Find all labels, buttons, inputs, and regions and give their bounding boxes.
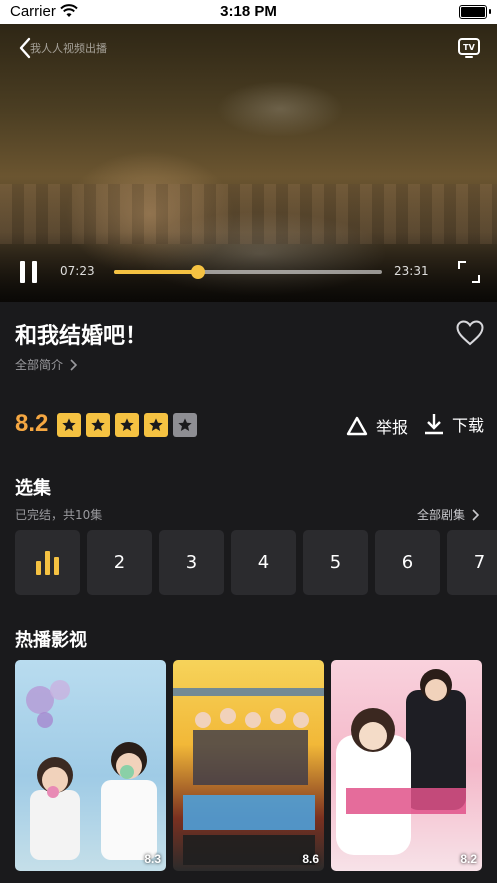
episode-button[interactable]: 2 — [87, 530, 152, 595]
score-value: 8.2 — [15, 410, 49, 437]
hot-poster-list: 8.3 8.6 8.2 — [15, 660, 497, 871]
star-filled-icon — [86, 413, 110, 437]
status-bar: Carrier 3:18 PM — [0, 0, 497, 24]
report-triangle-icon — [346, 416, 368, 436]
poster-card[interactable]: 8.2 — [331, 660, 482, 871]
star-filled-icon — [144, 413, 168, 437]
report-label: 举报 — [376, 418, 409, 437]
episode-button[interactable]: 6 — [375, 530, 440, 595]
intro-link[interactable]: 全部简介 — [15, 356, 78, 373]
episodes-section-title: 选集 — [15, 478, 51, 499]
episode-number: 6 — [401, 552, 414, 573]
poster-card[interactable]: 8.3 — [15, 660, 166, 871]
tv-cast-icon[interactable]: TV — [457, 36, 481, 60]
fullscreen-icon[interactable] — [457, 260, 481, 284]
chevron-right-icon — [70, 358, 78, 371]
episode-status: 已完结，共10集 — [15, 508, 103, 522]
video-watermark-title: 我人人视频出播 — [30, 42, 107, 55]
poster-rating: 8.3 — [144, 852, 161, 866]
episode-number: 7 — [473, 552, 486, 573]
episode-number: 2 — [113, 552, 126, 573]
episode-playing-button[interactable] — [15, 530, 80, 595]
poster-image — [173, 688, 324, 865]
svg-text:TV: TV — [463, 43, 475, 52]
favorite-heart-icon[interactable] — [456, 320, 484, 346]
poster-card[interactable]: 8.6 — [173, 660, 324, 871]
episode-number: 5 — [329, 552, 342, 573]
show-title: 和我结婚吧！ — [15, 324, 148, 349]
now-playing-icon — [36, 550, 59, 575]
total-time: 23:31 — [394, 264, 429, 278]
current-time: 07:23 — [60, 264, 95, 278]
star-rating — [57, 413, 197, 437]
all-episodes-label: 全部剧集 — [417, 508, 466, 522]
download-label: 下载 — [452, 416, 485, 435]
episode-list: 2 3 4 5 6 7 — [15, 530, 497, 595]
intro-link-label: 全部简介 — [15, 358, 64, 372]
pause-button[interactable] — [18, 261, 40, 283]
poster-image — [336, 669, 466, 855]
star-empty-icon — [173, 413, 197, 437]
download-button[interactable]: 下载 — [424, 412, 484, 436]
episode-number: 4 — [257, 552, 270, 573]
poster-image — [26, 680, 157, 860]
episode-button[interactable]: 5 — [303, 530, 368, 595]
progress-played — [114, 270, 199, 274]
poster-rating: 8.6 — [302, 852, 319, 866]
episode-number: 3 — [185, 552, 198, 573]
episode-button[interactable]: 4 — [231, 530, 296, 595]
battery-icon — [459, 5, 491, 19]
all-episodes-link[interactable]: 全部剧集 — [417, 506, 480, 523]
clock: 3:18 PM — [220, 3, 277, 20]
hot-section-title: 热播影视 — [15, 630, 87, 651]
episode-button[interactable]: 3 — [159, 530, 224, 595]
progress-slider[interactable] — [114, 265, 382, 279]
report-button[interactable]: 举报 — [346, 414, 408, 438]
star-filled-icon — [115, 413, 139, 437]
poster-rating: 8.2 — [460, 852, 477, 866]
video-player[interactable]: 我人人视频出播 TV 07:23 23:31 — [0, 24, 497, 302]
star-filled-icon — [57, 413, 81, 437]
download-icon — [425, 414, 443, 435]
chevron-right-icon — [472, 508, 480, 521]
episode-button[interactable]: 7 — [447, 530, 497, 595]
